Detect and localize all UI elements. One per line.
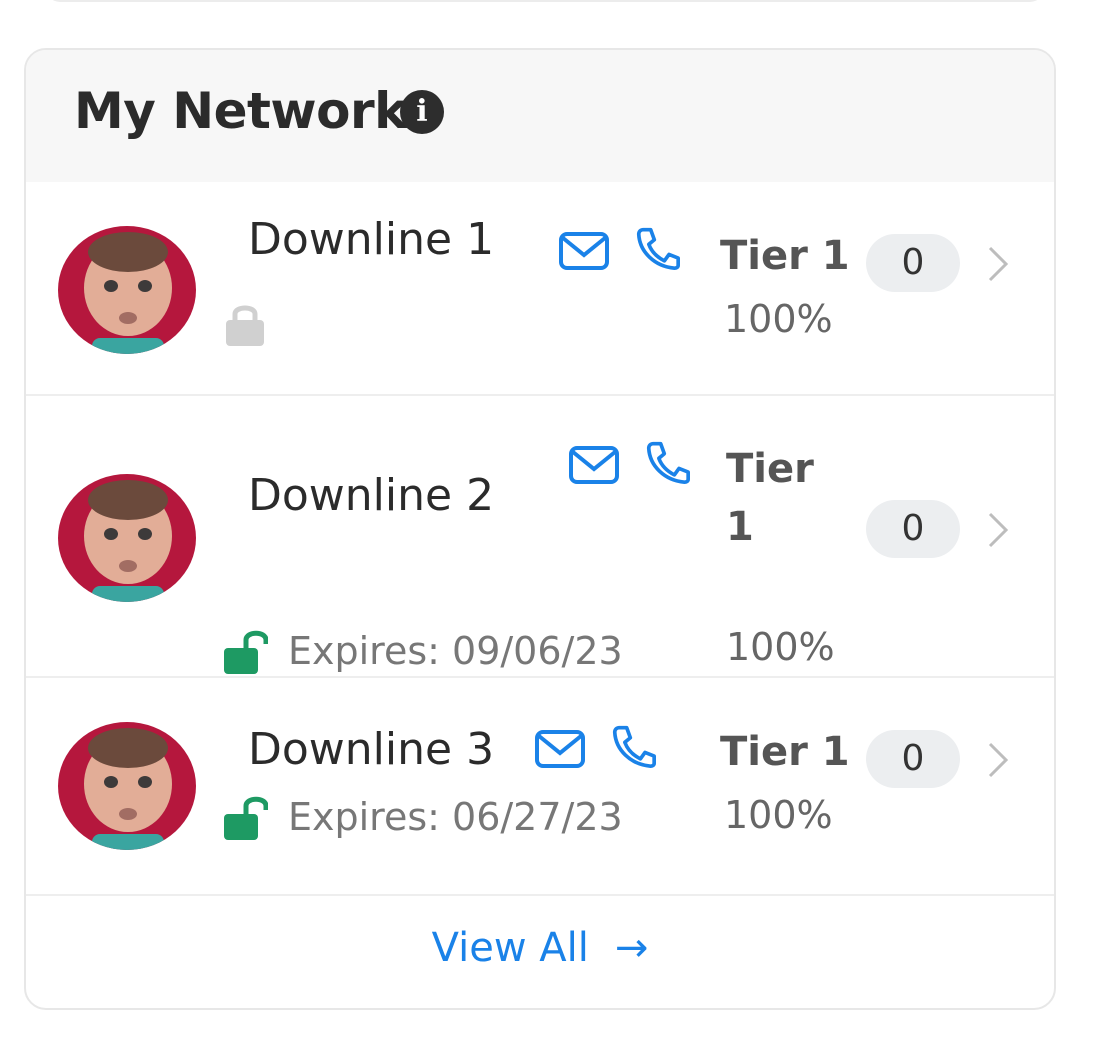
chevron-right-icon[interactable] [984, 510, 1012, 550]
downline-name[interactable]: Downline 2 [248, 468, 494, 524]
mail-icon[interactable] [568, 444, 620, 488]
view-all-link[interactable]: View All → [432, 920, 649, 976]
avatar [58, 226, 196, 354]
avatar [58, 722, 196, 850]
my-network-card: My Network i Downline 1 Tier 1 100% 0 Do… [24, 48, 1056, 1010]
tier-label: Tier 1 [720, 729, 850, 775]
tier-percent: 100% [726, 625, 835, 669]
card-title: My Network [74, 82, 407, 140]
chevron-right-icon[interactable] [984, 244, 1012, 284]
chevron-right-icon[interactable] [984, 740, 1012, 780]
tier-percent: 100% [724, 297, 833, 341]
previous-card-edge [46, 0, 1044, 2]
view-all-label[interactable]: View All [432, 925, 589, 971]
lock-icon [226, 305, 264, 346]
phone-icon[interactable] [608, 724, 660, 768]
count-badge: 0 [866, 234, 960, 292]
mail-icon[interactable] [558, 230, 610, 274]
expires-label: Expires: 09/06/23 [288, 629, 623, 673]
downline-row[interactable]: Downline 2 Tier 1 100% 0 Expires: 09/06/… [26, 396, 1054, 678]
info-icon[interactable]: i [400, 90, 444, 134]
unlock-icon [224, 796, 268, 840]
view-all-footer: View All → [26, 896, 1054, 1008]
count-badge: 0 [866, 730, 960, 788]
tier-label: Tier 1 [726, 446, 814, 550]
expires-label: Expires: 06/27/23 [288, 795, 623, 839]
downline-row[interactable]: Downline 3 Tier 1 100% 0 Expires: 06/27/… [26, 678, 1054, 896]
mail-icon[interactable] [534, 728, 586, 772]
downline-name[interactable]: Downline 1 [248, 212, 494, 268]
phone-icon[interactable] [642, 440, 694, 484]
phone-icon[interactable] [632, 226, 684, 270]
downline-row[interactable]: Downline 1 Tier 1 100% 0 [26, 182, 1054, 396]
avatar [58, 474, 196, 602]
tier-percent: 100% [724, 793, 833, 837]
tier-label: Tier 1 [720, 233, 850, 279]
card-header: My Network i [26, 50, 1054, 182]
count-badge: 0 [866, 500, 960, 558]
unlock-icon [224, 630, 268, 674]
arrow-right-icon[interactable]: → [615, 920, 649, 976]
downline-name[interactable]: Downline 3 [248, 722, 494, 778]
